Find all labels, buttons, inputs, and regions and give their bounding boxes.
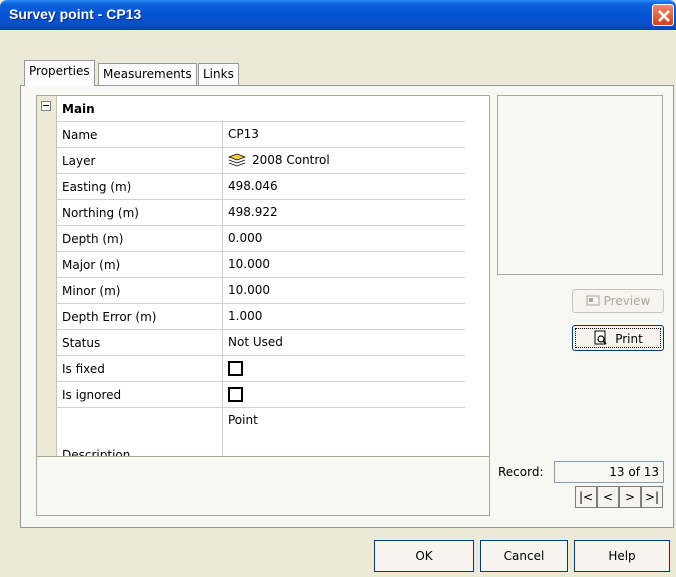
property-label: Layer <box>57 148 223 173</box>
print-preview-icon <box>594 330 607 345</box>
layer-icon <box>227 153 247 170</box>
collapse-icon[interactable] <box>41 101 51 111</box>
property-value[interactable]: 0.000 <box>223 226 465 251</box>
property-value[interactable]: 10.000 <box>223 278 465 303</box>
property-value-layer[interactable]: 2008 Control <box>223 148 465 173</box>
property-value[interactable]: 498.922 <box>223 200 465 225</box>
preview-button[interactable]: Preview <box>572 289 664 313</box>
row-name[interactable]: Name CP13 <box>57 122 465 148</box>
row-layer[interactable]: Layer 2008 Control <box>57 148 465 174</box>
tab-properties[interactable]: Properties <box>24 60 95 86</box>
close-button[interactable] <box>652 4 674 26</box>
property-label: Minor (m) <box>57 278 223 303</box>
row-is-fixed[interactable]: Is fixed <box>57 356 465 382</box>
title-bar: Survey point - CP13 <box>0 0 676 30</box>
property-label: Status <box>57 330 223 355</box>
cancel-button[interactable]: Cancel <box>480 540 568 572</box>
previous-record-button[interactable]: < <box>597 486 619 508</box>
is-fixed-checkbox[interactable] <box>228 361 243 376</box>
preview-area <box>497 95 663 275</box>
last-record-button[interactable]: >| <box>641 486 663 508</box>
row-depth-error[interactable]: Depth Error (m) 1.000 <box>57 304 465 330</box>
row-minor[interactable]: Minor (m) 10.000 <box>57 278 465 304</box>
section-main: Main <box>57 96 465 122</box>
row-depth[interactable]: Depth (m) 0.000 <box>57 226 465 252</box>
property-value <box>223 382 465 407</box>
property-value[interactable]: 10.000 <box>223 252 465 277</box>
record-label: Record: <box>498 465 544 479</box>
row-is-ignored[interactable]: Is ignored <box>57 382 465 408</box>
tab-measurements[interactable]: Measurements <box>98 63 197 85</box>
property-value[interactable]: Point <box>223 408 465 456</box>
row-status[interactable]: Status Not Used <box>57 330 465 356</box>
layer-value: 2008 Control <box>252 153 330 167</box>
is-ignored-checkbox[interactable] <box>228 387 243 402</box>
first-record-button[interactable]: |< <box>575 486 597 508</box>
property-label: Is ignored <box>57 382 223 407</box>
property-label: Description <box>57 408 223 456</box>
property-value[interactable]: Not Used <box>223 330 465 355</box>
ok-button[interactable]: OK <box>374 540 474 572</box>
next-record-button[interactable]: > <box>619 486 641 508</box>
print-button[interactable]: Print <box>572 325 664 351</box>
close-icon <box>658 10 670 22</box>
tab-links[interactable]: Links <box>198 63 239 85</box>
preview-label: Preview <box>603 294 651 308</box>
row-description[interactable]: Description Point <box>57 408 465 456</box>
property-value[interactable]: 1.000 <box>223 304 465 329</box>
section-title: Main <box>62 102 95 116</box>
preview-icon <box>586 295 600 306</box>
record-counter: 13 of 13 <box>554 461 664 483</box>
property-value <box>223 356 465 381</box>
row-major[interactable]: Major (m) 10.000 <box>57 252 465 278</box>
description-box <box>36 456 490 516</box>
survey-point-dialog: Survey point - CP13 Properties Measureme… <box>0 0 676 577</box>
property-value[interactable]: 498.046 <box>223 174 465 199</box>
row-easting[interactable]: Easting (m) 498.046 <box>57 174 465 200</box>
print-label: Print <box>615 332 643 346</box>
property-label: Depth Error (m) <box>57 304 223 329</box>
grid-gutter <box>37 96 57 456</box>
property-label: Name <box>57 122 223 147</box>
property-label: Depth (m) <box>57 226 223 251</box>
property-label: Is fixed <box>57 356 223 381</box>
property-label: Easting (m) <box>57 174 223 199</box>
property-label: Northing (m) <box>57 200 223 225</box>
property-label: Major (m) <box>57 252 223 277</box>
row-northing[interactable]: Northing (m) 498.922 <box>57 200 465 226</box>
property-grid: Main Name CP13 Layer 2008 Control Eastin… <box>36 95 490 457</box>
window-title: Survey point - CP13 <box>9 6 142 22</box>
property-value[interactable]: CP13 <box>223 122 465 147</box>
help-button[interactable]: Help <box>574 540 670 572</box>
